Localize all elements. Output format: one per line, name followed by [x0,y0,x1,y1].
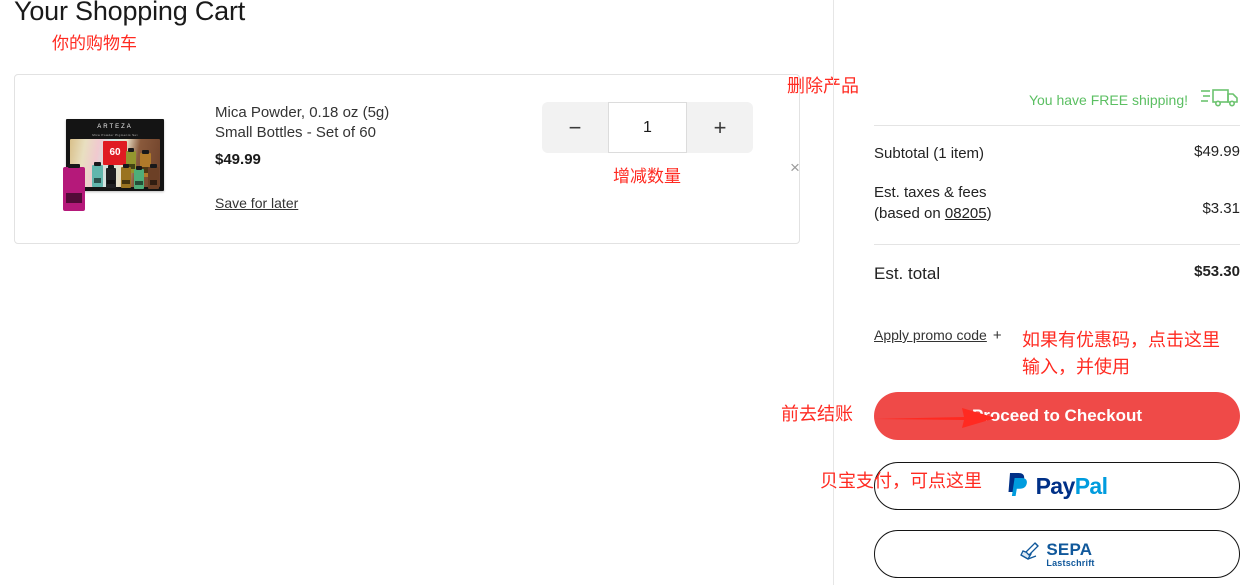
tax-label-suffix: ) [986,205,992,222]
sepa-logo: SEPA Lastschrift [1019,541,1094,568]
sepa-pen-icon [1019,541,1041,568]
column-divider [833,0,834,585]
annotation-promo-line1: 如果有优惠码，点击这里 [1022,330,1220,351]
bottle-dark [106,165,116,188]
free-shipping-banner: You have FREE shipping! [874,86,1240,114]
bottle-gold [121,164,131,188]
sepa-sub-text: Lastschrift [1046,557,1095,568]
quantity-value[interactable]: 1 [608,102,687,153]
annotation-checkout: 前去结账 [781,404,853,425]
order-summary: You have FREE shipping! Subtotal (1 item… [874,86,1240,344]
proceed-to-checkout-button[interactable]: Proceed to Checkout [874,392,1240,440]
sepa-main-text: SEPA [1046,539,1093,559]
total-value: $53.30 [1194,263,1240,280]
tax-label: Est. taxes & fees (based on 08205) [874,182,992,224]
paypal-text-light: Pal [1074,472,1108,499]
page-title: Your Shopping Cart [14,0,246,26]
annotation-promo: 如果有优惠码，点击这里 输入，并使用 [1022,327,1220,381]
bottle-teal [92,162,103,187]
quantity-stepper: − 1 + [542,102,753,153]
product-name-line1: Mica Powder, 0.18 oz (5g) [215,104,390,121]
quantity-decrease-button[interactable]: − [542,102,608,153]
cart-item-card: ARTEZA Mica Powder Pigments Set 60 Mica … [14,74,800,244]
product-info: Mica Powder, 0.18 oz (5g) Small Bottles … [215,103,495,213]
remove-item-icon[interactable]: × [790,159,800,176]
summary-row-total: Est. total $53.30 [874,263,1240,284]
product-thumbnail[interactable]: ARTEZA Mica Powder Pigments Set 60 [63,95,165,215]
paypal-text-dark: Pay [1035,472,1076,499]
annotation-page-title: 你的购物车 [52,34,137,54]
sepa-button[interactable]: SEPA Lastschrift [874,530,1240,578]
annotation-promo-line2: 输入，并使用 [1022,357,1130,378]
paypal-logo: PayPal [1007,471,1108,502]
product-box-subtitle: Mica Powder Pigments Set [92,133,138,137]
paypal-wordmark: PayPal [1036,473,1108,500]
annotation-remove: 删除产品 [787,76,859,97]
product-name-line2: Small Bottles - Set of 60 [215,124,376,141]
subtotal-value: $49.99 [1194,143,1240,160]
bottle-green [134,166,144,189]
tax-label-line1: Est. taxes & fees [874,184,987,201]
quantity-increase-button[interactable]: + [687,102,753,153]
subtotal-label: Subtotal (1 item) [874,145,985,162]
sepa-wordmark: SEPA Lastschrift [1046,541,1094,568]
summary-row-tax: Est. taxes & fees (based on 08205) $3.31 [874,182,1240,224]
free-shipping-label: You have FREE shipping! [1028,92,1188,108]
paypal-icon [1007,471,1029,502]
shopping-cart-page: Your Shopping Cart 你的购物车 ARTEZA Mica Pow… [0,0,1260,585]
promo-code-link[interactable]: Apply promo code [874,327,987,343]
product-count-badge: 60 [103,141,127,165]
annotation-quantity: 增减数量 [613,167,681,187]
save-for-later-link[interactable]: Save for later [215,195,298,211]
summary-divider-top [874,125,1240,126]
summary-row-subtotal: Subtotal (1 item) $49.99 [874,143,1240,164]
tax-value: $3.31 [1202,200,1240,217]
product-price: $49.99 [215,151,261,168]
annotation-paypal: 贝宝支付，可点这里 [820,471,982,492]
product-brand-label: ARTEZA [97,124,133,130]
bottle-brown [148,164,159,189]
tax-label-prefix: (based on [874,205,945,222]
promo-plus-icon[interactable]: + [993,327,1002,344]
bottle-magenta-front [63,164,85,211]
summary-divider-bottom [874,244,1240,245]
truck-icon [1200,87,1240,114]
total-label: Est. total [874,264,941,283]
tax-zip-link[interactable]: 08205 [945,205,987,222]
